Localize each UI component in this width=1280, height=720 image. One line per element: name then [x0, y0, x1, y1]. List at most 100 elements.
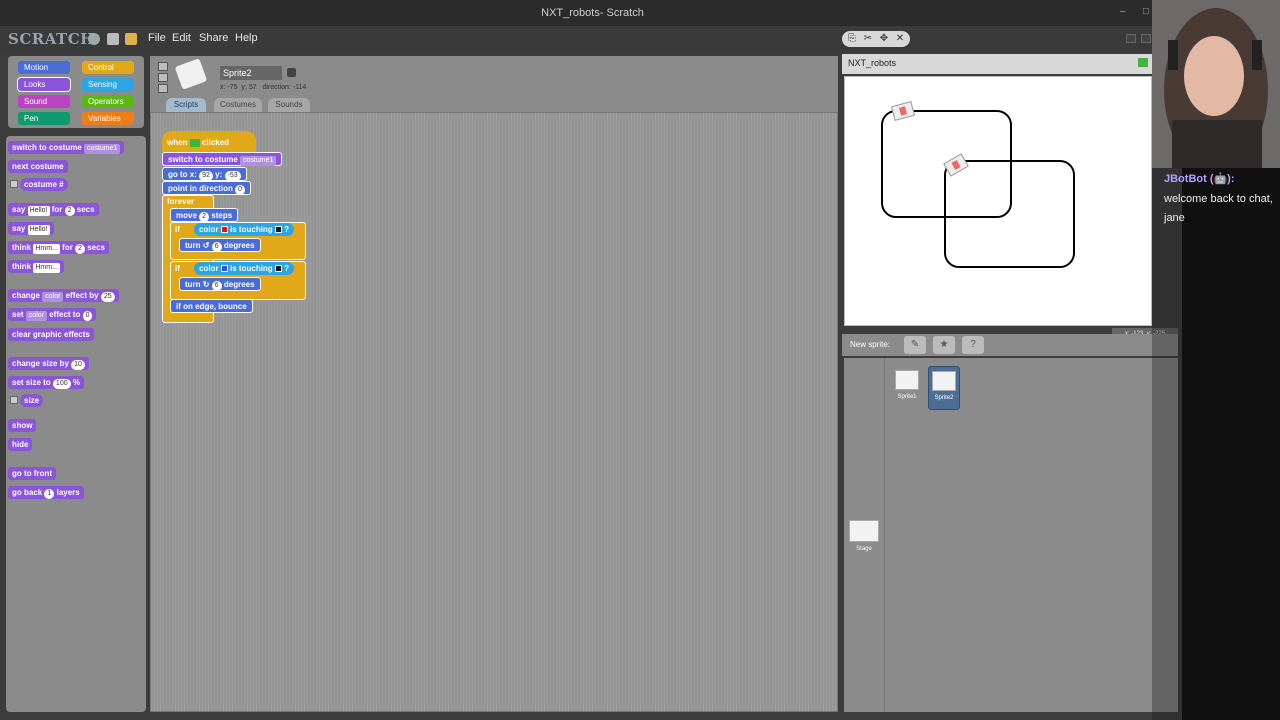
sprite2-robot[interactable] — [943, 153, 969, 177]
share-icon[interactable] — [125, 33, 137, 45]
block-clear-effects[interactable]: clear graphic effects — [8, 328, 94, 341]
block-switch-costume[interactable]: switch to costume costume1 — [8, 141, 125, 154]
sprite1-robot[interactable] — [890, 101, 916, 121]
random-sprite-icon[interactable]: ? — [962, 336, 984, 354]
script-move[interactable]: move 2 steps — [170, 208, 239, 222]
small-stage-icon[interactable] — [1126, 34, 1136, 43]
globe-icon[interactable] — [88, 33, 100, 45]
block-set-size[interactable]: set size to 100 % — [8, 376, 84, 389]
shrink-icon[interactable]: ✕ — [894, 33, 906, 45]
block-text: for — [62, 243, 73, 252]
minimize-icon[interactable]: – — [1120, 6, 1126, 17]
maximize-icon[interactable]: □ — [1143, 6, 1149, 17]
category-pen[interactable]: Pen — [18, 112, 70, 125]
block-set-effect[interactable]: set color effect to 0 — [8, 308, 97, 321]
menu-file[interactable]: File — [148, 32, 166, 44]
category-motion[interactable]: Motion — [18, 61, 70, 74]
block-think[interactable]: think Hmm... — [8, 260, 64, 273]
paint-sprite-icon[interactable]: ✎ — [904, 336, 926, 354]
number-slot[interactable]: 2 — [199, 212, 210, 222]
script-point-direction[interactable]: point in direction 0 — [162, 181, 252, 195]
block-say-for[interactable]: say Hello! for 2 secs — [8, 203, 99, 216]
number-slot[interactable]: 6 — [211, 242, 222, 252]
lock-icon[interactable] — [287, 68, 296, 77]
block-next-costume[interactable]: next costume — [8, 160, 68, 173]
checkbox-costume-num[interactable] — [10, 180, 18, 188]
choose-sprite-icon[interactable]: ★ — [933, 336, 955, 354]
number-slot[interactable]: 0 — [82, 311, 93, 321]
text-slot[interactable]: Hmm... — [33, 263, 60, 273]
no-rotate-icon[interactable] — [158, 84, 168, 93]
category-sound[interactable]: Sound — [18, 95, 70, 108]
number-slot[interactable]: 2 — [64, 206, 75, 216]
number-slot[interactable]: 1 — [44, 489, 55, 499]
block-say[interactable]: say Hello! — [8, 222, 54, 235]
block-text: effect to — [49, 310, 81, 319]
costume-dropdown[interactable]: costume1 — [240, 156, 277, 166]
block-think-for[interactable]: think Hmm... for 2 secs — [8, 241, 109, 254]
number-slot[interactable]: 92 — [199, 171, 213, 181]
sprite-name-field[interactable]: Sprite2 — [220, 66, 282, 80]
number-slot[interactable]: 10 — [71, 360, 85, 370]
category-looks[interactable]: Looks — [18, 78, 70, 91]
rotate-style-icon[interactable] — [158, 62, 168, 71]
black-swatch[interactable] — [274, 265, 282, 273]
category-variables[interactable]: Variables — [82, 112, 134, 125]
black-swatch[interactable] — [274, 226, 282, 234]
save-icon[interactable] — [107, 33, 119, 45]
sprite-tile-sprite1[interactable]: Sprite1 — [891, 366, 923, 400]
blue-swatch[interactable] — [220, 265, 228, 273]
project-title: NXT_robots — [848, 58, 897, 68]
block-text: when — [167, 138, 188, 147]
scripts-area[interactable] — [150, 112, 838, 712]
number-slot[interactable]: 2 — [75, 244, 85, 254]
block-change-size[interactable]: change size by 10 — [8, 357, 89, 370]
number-slot[interactable]: 6 — [211, 281, 222, 291]
presentation-mode-icon[interactable] — [1141, 34, 1151, 43]
block-show[interactable]: show — [8, 419, 37, 432]
script-turn-left[interactable]: turn ↺ 6 degrees — [179, 238, 261, 252]
category-control[interactable]: Control — [82, 61, 134, 74]
menu-help[interactable]: Help — [235, 32, 258, 44]
effect-dropdown[interactable]: color — [25, 311, 47, 321]
block-go-back[interactable]: go back 1 layers — [8, 486, 84, 499]
color-touching-red[interactable]: color is touching ? — [194, 223, 295, 236]
checkbox-size[interactable] — [10, 396, 18, 404]
duplicate-icon[interactable]: ⎘ — [846, 33, 858, 45]
stage-drawing — [881, 101, 1075, 268]
script-go-to[interactable]: go to x: 92 y: -53 — [162, 167, 247, 181]
category-operators[interactable]: Operators — [82, 95, 134, 108]
number-slot[interactable]: 100 — [52, 379, 71, 389]
block-size[interactable]: size — [20, 394, 44, 407]
text-slot[interactable]: Hmm... — [33, 244, 60, 254]
color-touching-blue[interactable]: color is touching ? — [194, 262, 295, 275]
menu-share[interactable]: Share — [199, 32, 228, 44]
effect-dropdown[interactable]: color — [42, 292, 64, 302]
menu-edit[interactable]: Edit — [172, 32, 191, 44]
sprite-tile-sprite2[interactable]: Sprite2 — [928, 366, 960, 410]
stage[interactable] — [844, 76, 1152, 326]
red-swatch[interactable] — [220, 226, 228, 234]
number-slot[interactable]: -53 — [224, 171, 241, 181]
number-slot[interactable]: 0 — [235, 185, 246, 195]
flip-style-icon[interactable] — [158, 73, 168, 82]
block-go-to-front[interactable]: go to front — [8, 467, 56, 480]
number-slot[interactable]: 25 — [100, 292, 115, 302]
block-costume-num[interactable]: costume # — [20, 178, 68, 191]
script-switch-costume[interactable]: switch to costume costume1 — [162, 152, 283, 166]
tab-scripts[interactable]: Scripts — [166, 98, 206, 112]
grow-icon[interactable]: ✥ — [878, 33, 890, 45]
cut-icon[interactable]: ✂ — [862, 33, 874, 45]
text-slot[interactable]: Hello! — [27, 206, 50, 216]
block-hide[interactable]: hide — [8, 438, 33, 451]
script-bounce[interactable]: if on edge, bounce — [170, 299, 253, 313]
block-change-effect[interactable]: change color effect by 25 — [8, 289, 119, 302]
script-turn-right[interactable]: turn ↻ 6 degrees — [179, 277, 261, 291]
text-slot[interactable]: Hello! — [27, 225, 50, 235]
costume-dropdown[interactable]: costume1 — [84, 144, 121, 154]
stage-tile[interactable]: Stage — [848, 516, 880, 552]
tab-costumes[interactable]: Costumes — [214, 98, 262, 112]
category-sensing[interactable]: Sensing — [82, 78, 134, 91]
tab-sounds[interactable]: Sounds — [268, 98, 310, 112]
green-flag-icon[interactable] — [1138, 58, 1148, 67]
